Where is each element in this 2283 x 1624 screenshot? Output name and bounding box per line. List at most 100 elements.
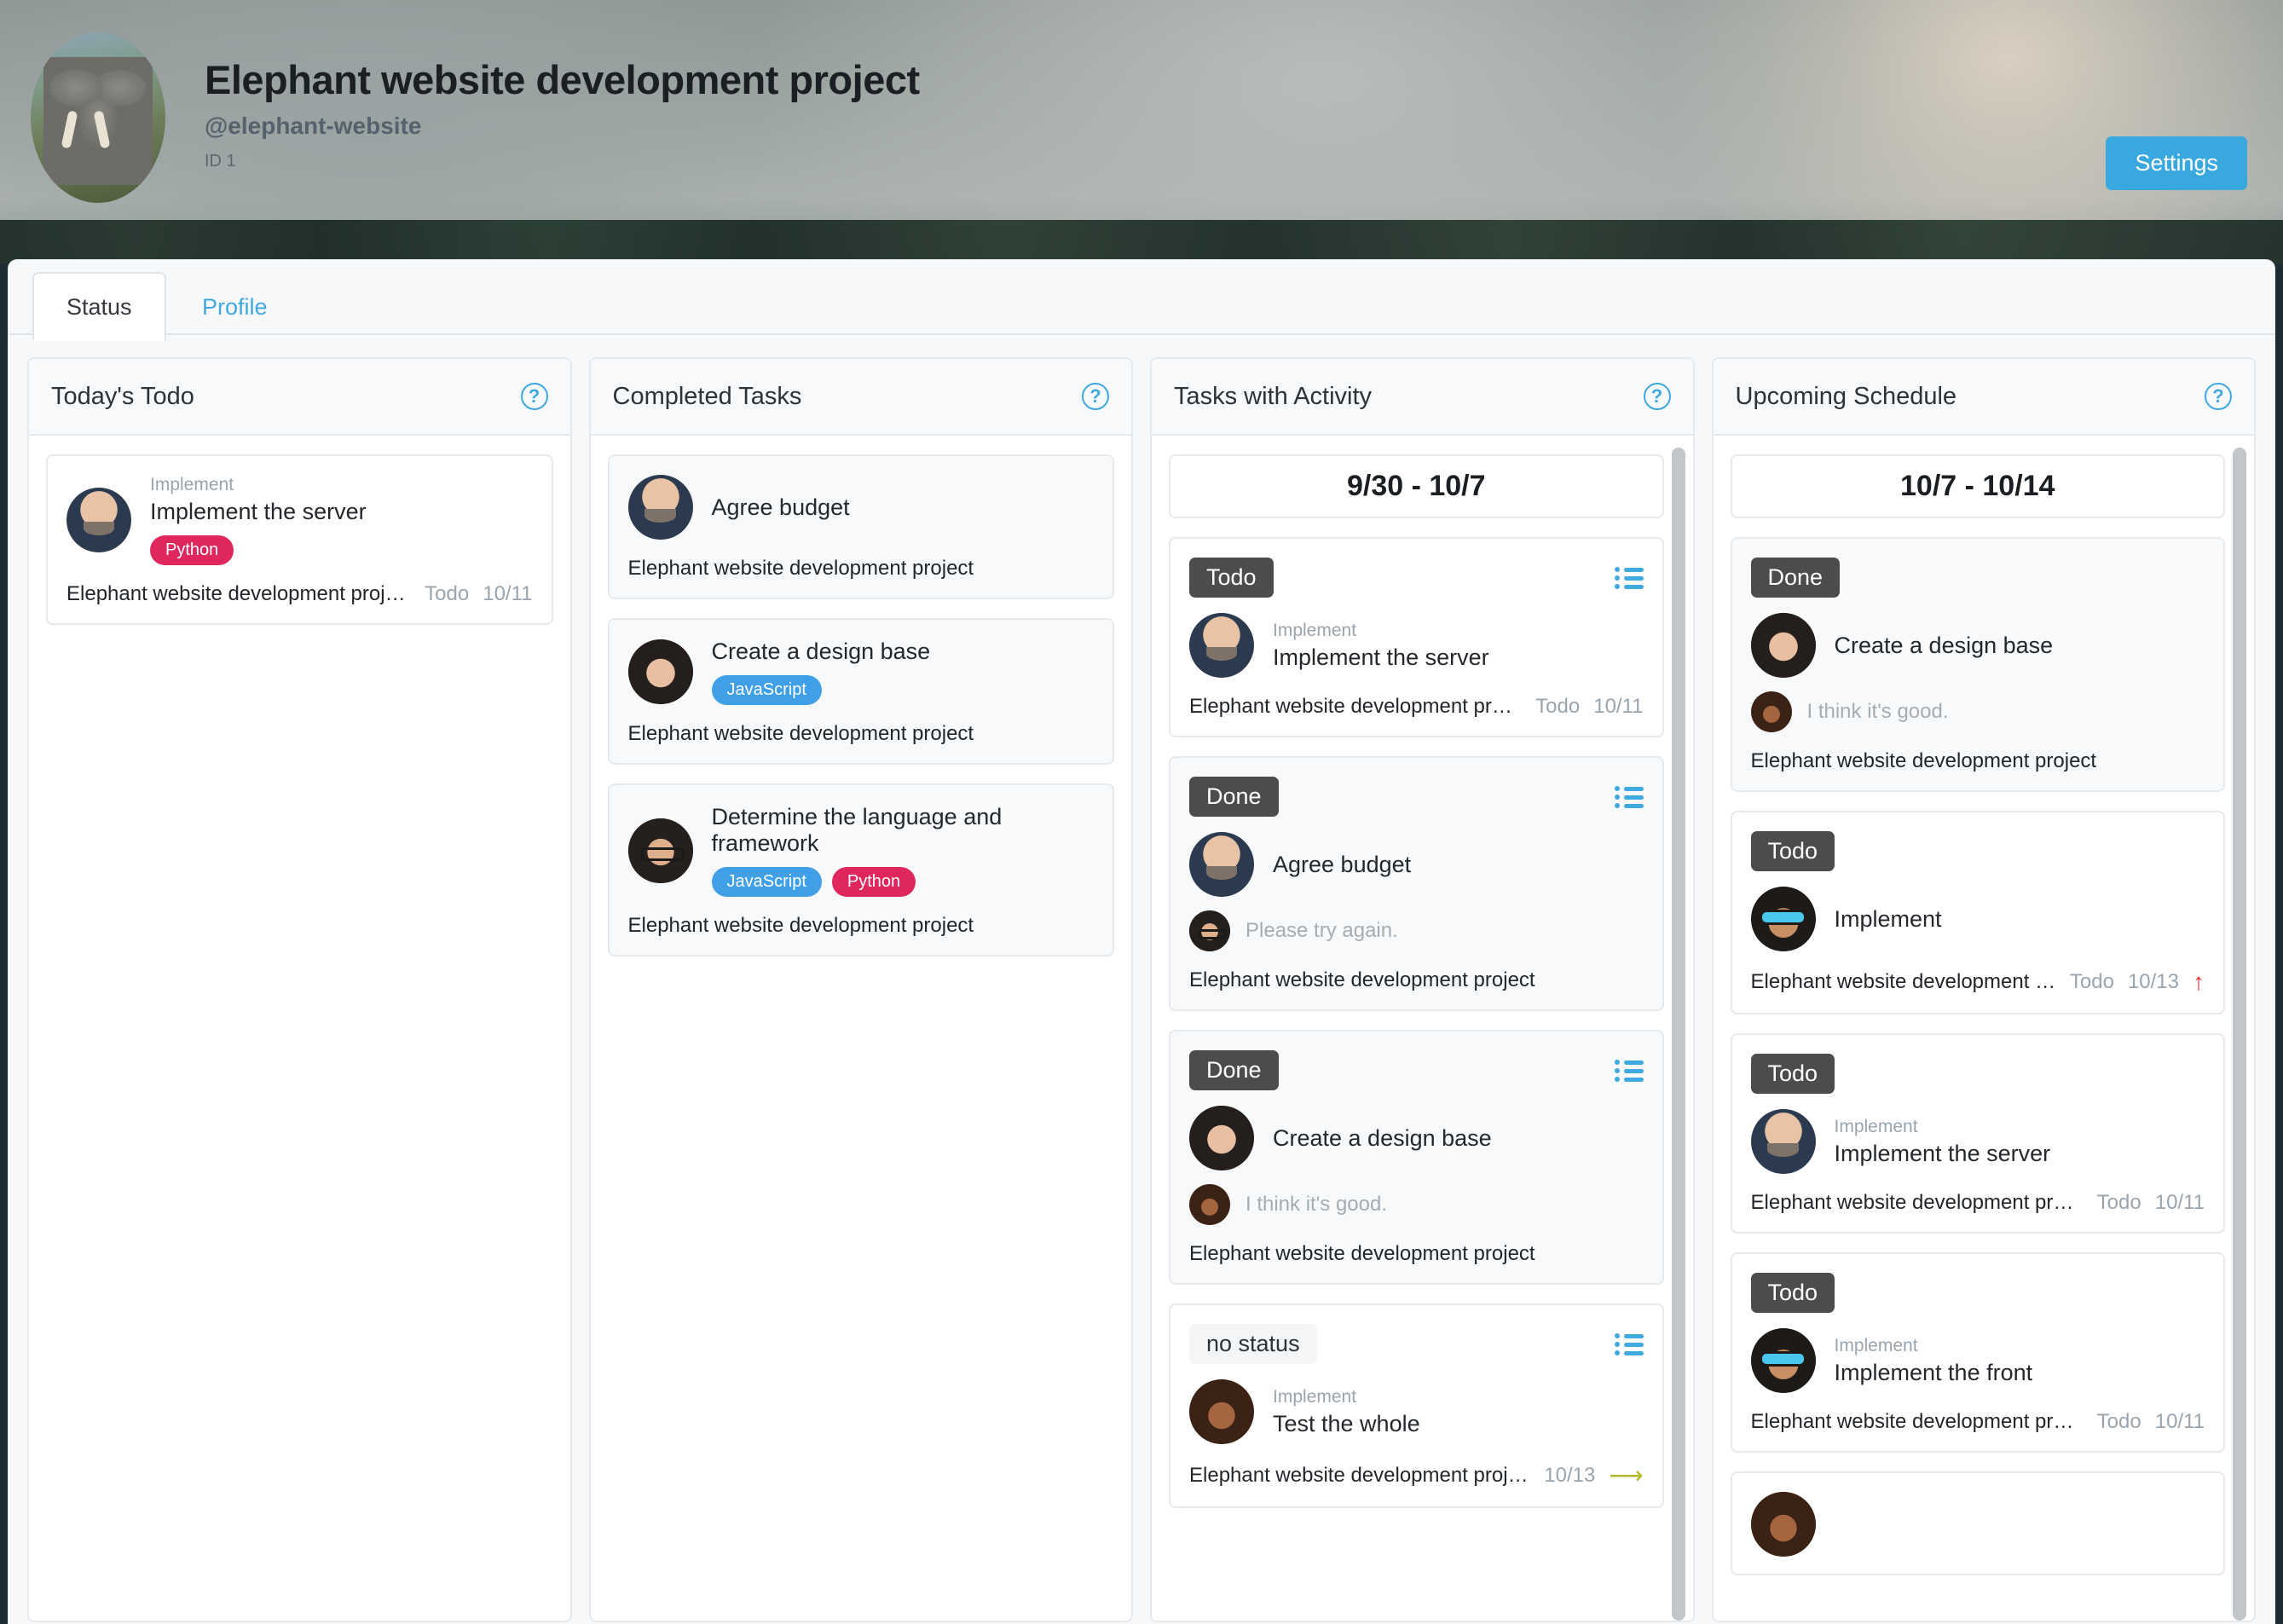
task-card-main [1750, 1492, 2205, 1557]
task-card[interactable]: Agree budget Elephant website developmen… [607, 454, 1114, 599]
comment-text: I think it's good. [1806, 700, 1949, 723]
settings-button[interactable]: Settings [2106, 136, 2247, 190]
task-card-main: Agree budget [627, 475, 1095, 540]
column-title: Today's Todo [51, 382, 194, 410]
column-header: Upcoming Schedule ? [1713, 359, 2254, 436]
column-completed-tasks: Completed Tasks ? Agree budget Elephant … [588, 357, 1133, 1622]
task-date: 10/13 [1544, 1463, 1596, 1487]
task-card[interactable]: no status Implement Test the whole Eleph… [1169, 1303, 1664, 1508]
task-kind: Implement [1834, 1116, 1918, 1136]
question-icon[interactable]: ? [1643, 383, 1671, 410]
task-card[interactable]: Create a design base JavaScript Elephant… [607, 618, 1114, 765]
tag-list: Python [150, 535, 367, 565]
avatar [627, 639, 693, 704]
project-name: Elephant website development project [1189, 1463, 1531, 1487]
tag-javascript: JavaScript [711, 867, 822, 897]
column-title: Completed Tasks [612, 382, 802, 410]
list-icon[interactable] [1614, 785, 1644, 808]
task-card[interactable]: Determine the language and framework Jav… [607, 783, 1114, 956]
task-kind: Implement [1834, 1335, 1918, 1355]
status-columns: Today's Todo ? Implement Implement the s… [9, 335, 2274, 1622]
list-icon[interactable] [1614, 1059, 1644, 1082]
task-card-main: Agree budget [1189, 832, 1644, 897]
question-icon[interactable]: ? [1082, 383, 1109, 410]
task-card[interactable]: Implement Implement the server Python El… [46, 454, 553, 625]
project-name: Elephant website development project [627, 914, 974, 937]
project-handle: @elephant-website [205, 112, 422, 139]
task-card-text: Create a design base JavaScript [711, 639, 930, 705]
task-comment: I think it's good. [1750, 691, 2205, 732]
task-title: Implement the server [1273, 644, 1489, 670]
comment-avatar [1189, 910, 1230, 951]
task-card[interactable]: Done Create a design base I think it's g… [1730, 537, 2225, 792]
task-card[interactable]: Done Agree budget Please try again. Elep… [1169, 756, 1664, 1011]
tab-status[interactable]: Status [32, 272, 166, 341]
task-status: Todo [1535, 695, 1581, 718]
task-card[interactable]: Todo Implement Implement the server Elep… [1169, 537, 1664, 737]
task-card-text: Create a design base [1273, 1125, 1492, 1152]
task-card-text: Implement Implement the front [1835, 1336, 2033, 1386]
tab-profile[interactable]: Profile [170, 274, 300, 339]
task-card-footer: Elephant website development proj… Todo … [1751, 1410, 2205, 1434]
tag-javascript: JavaScript [711, 675, 822, 705]
list-icon[interactable] [1614, 1332, 1644, 1355]
task-card-badge-row: Todo [1189, 558, 1644, 598]
avatar [627, 818, 693, 883]
task-card-text: Agree budget [1273, 852, 1411, 878]
column-body: Implement Implement the server Python El… [29, 436, 570, 1621]
task-card-footer: Elephant website development project [628, 722, 1095, 746]
project-avatar [31, 32, 165, 203]
task-card[interactable]: Todo Implement Elephant website developm… [1730, 811, 2225, 1014]
task-card-main: Implement Implement the front [1750, 1328, 2205, 1393]
question-icon[interactable]: ? [2205, 383, 2232, 410]
status-badge: Todo [1750, 831, 1835, 871]
comment-avatar [1750, 691, 1792, 732]
task-date: 10/11 [1593, 695, 1644, 718]
list-icon[interactable] [1614, 566, 1644, 589]
status-badge: Done [1750, 558, 1841, 598]
task-status: Todo [425, 582, 470, 605]
task-card-text: Create a design base [1835, 633, 2054, 659]
header-background-strip [0, 220, 2283, 264]
task-card-footer: Elephant website development project [628, 914, 1095, 938]
vertical-scrollbar[interactable] [1671, 448, 1685, 1621]
avatar [1189, 832, 1254, 897]
task-card-footer: Elephant website development project 10/… [1189, 1461, 1644, 1489]
task-card-main: Implement Implement the server [1750, 1109, 2205, 1174]
task-card-text: Agree budget [712, 494, 850, 521]
vertical-scrollbar[interactable] [2233, 448, 2246, 1621]
tab-bar: Status Profile [9, 260, 2274, 341]
page-title: Elephant website development project [205, 57, 920, 102]
task-card-badge-row: Done [1189, 777, 1644, 817]
task-card[interactable]: Todo Implement Implement the front Eleph… [1730, 1252, 2225, 1453]
main-panel: Status Profile Today's Todo ? Implement … [9, 260, 2274, 1624]
task-card-partial[interactable] [1730, 1471, 2225, 1575]
task-date: 10/11 [2154, 1191, 2205, 1214]
task-card-badge-row: Todo [1750, 831, 2205, 871]
status-badge: Done [1189, 1050, 1279, 1090]
task-title: Agree budget [711, 494, 850, 520]
task-card[interactable]: Done Create a design base I think it's g… [1169, 1030, 1664, 1285]
project-name: Elephant website development proj… [1189, 695, 1523, 718]
task-date: 10/11 [483, 582, 533, 605]
arrow-up-icon: ↑ [2193, 968, 2205, 995]
project-name: Elephant website development proj… [1750, 1191, 2084, 1214]
avatar [1750, 887, 1816, 951]
task-card-text: Implement Implement the server [1273, 621, 1489, 671]
task-title: Create a design base [1273, 1124, 1492, 1151]
task-kind: Implement [1273, 1386, 1357, 1407]
task-card-main: Create a design base [1750, 613, 2205, 678]
comment-text: I think it's good. [1246, 1193, 1388, 1216]
question-icon[interactable]: ? [520, 383, 548, 410]
task-card-text: Implement Implement the server [1835, 1117, 2051, 1167]
project-name: Elephant website development pr… [1750, 970, 2056, 993]
column-title: Tasks with Activity [1174, 382, 1373, 410]
project-name: Elephant website development project [1189, 1242, 1535, 1265]
avatar [1750, 613, 1816, 678]
status-badge: no status [1189, 1324, 1317, 1364]
column-todays-todo: Today's Todo ? Implement Implement the s… [27, 357, 572, 1622]
task-title: Implement [1834, 905, 1942, 932]
avatar [1750, 1328, 1816, 1393]
task-card[interactable]: Todo Implement Implement the server Elep… [1730, 1033, 2225, 1234]
task-card-footer: Elephant website development proj… Todo … [1189, 695, 1644, 719]
